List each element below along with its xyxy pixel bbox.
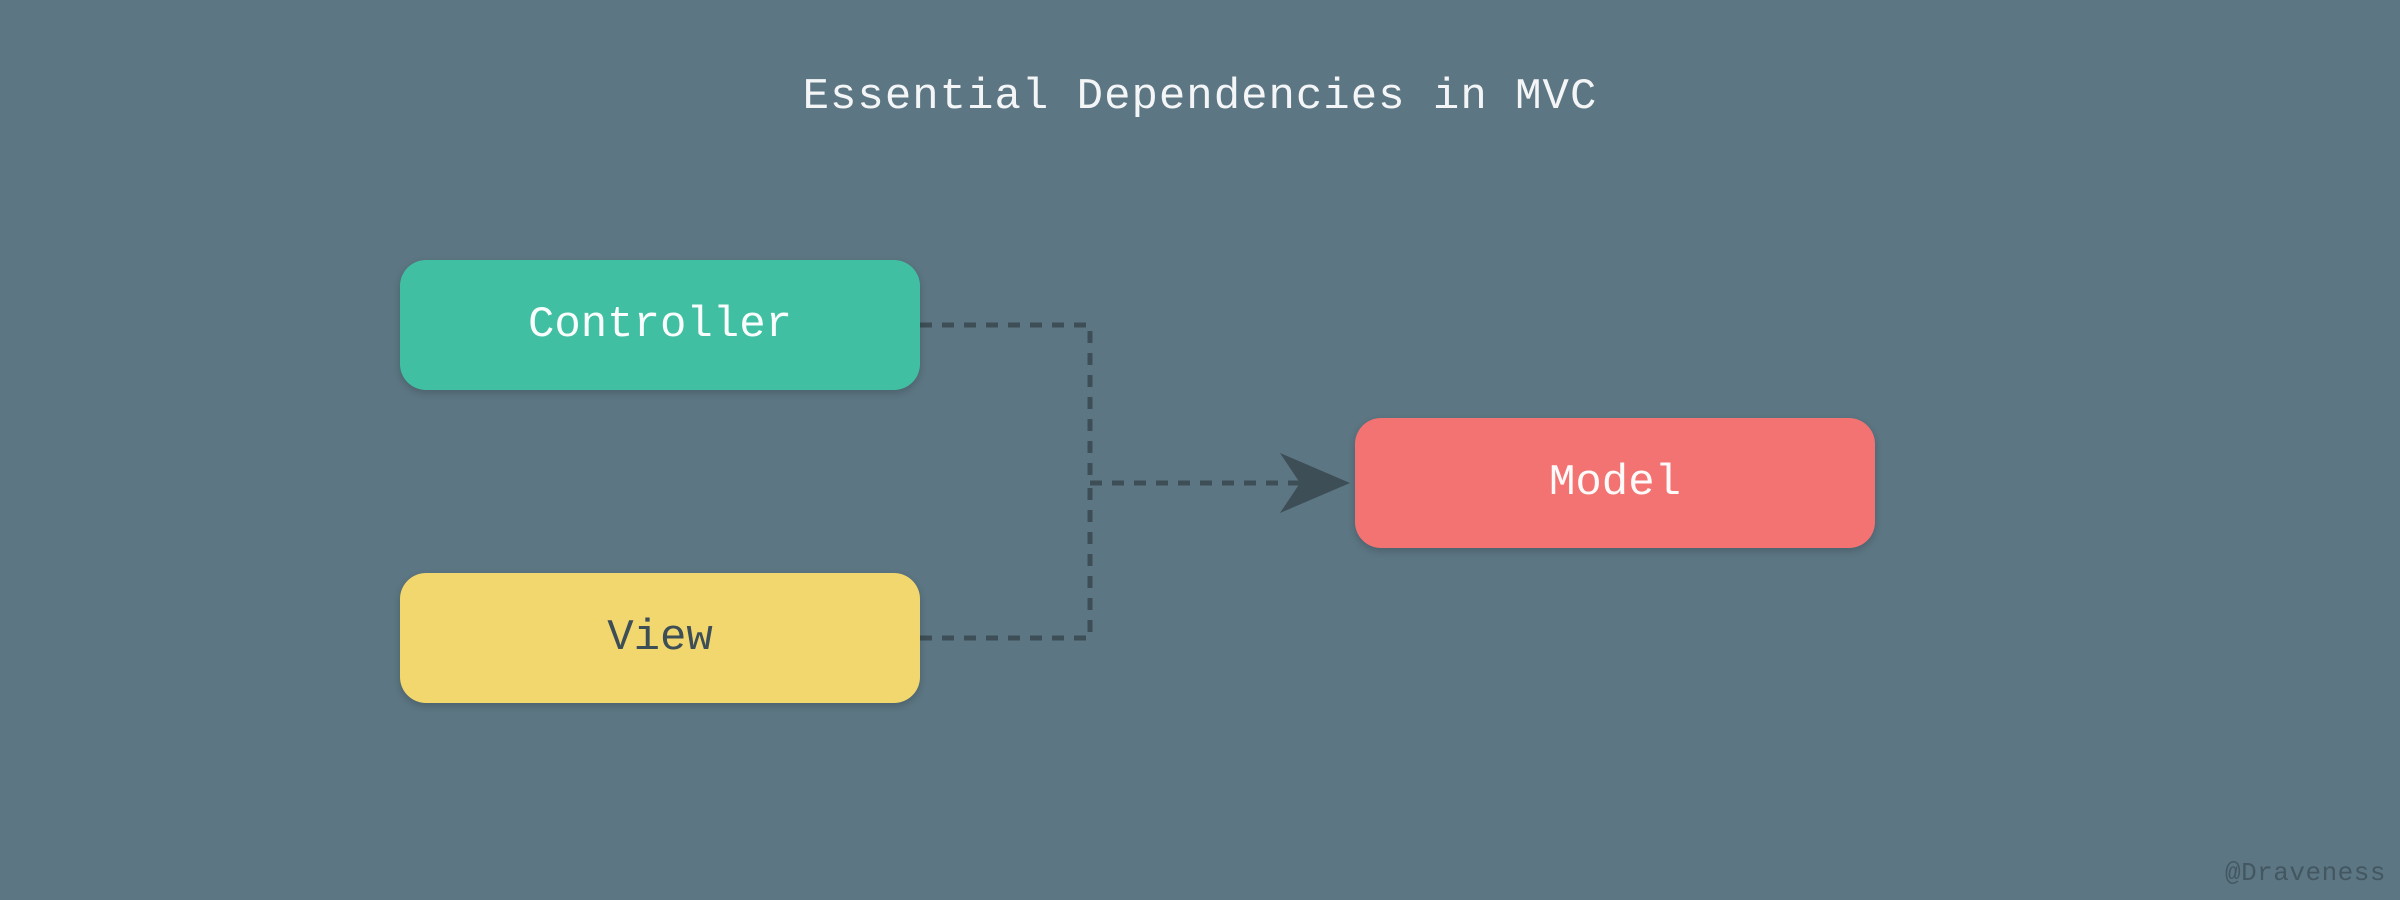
dependency-arrows	[0, 0, 2400, 900]
edge-view-to-model	[920, 483, 1090, 638]
node-model: Model	[1355, 418, 1875, 548]
edge-controller-to-model	[920, 325, 1090, 483]
node-view: View	[400, 573, 920, 703]
attribution-text: @Draveness	[2225, 858, 2386, 888]
diagram-title: Essential Dependencies in MVC	[0, 72, 2400, 122]
node-controller: Controller	[400, 260, 920, 390]
